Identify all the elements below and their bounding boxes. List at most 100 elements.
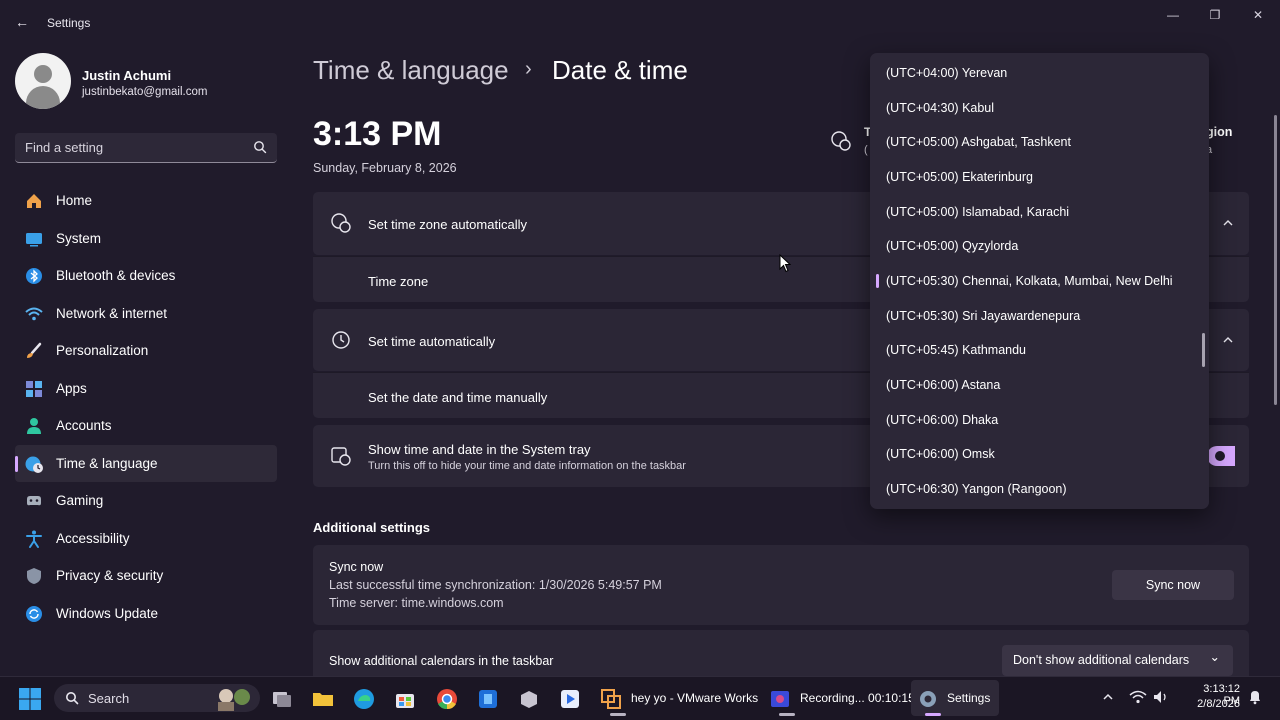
list-item[interactable]: (UTC+05:45) Kathmandu — [876, 333, 1176, 365]
avatar[interactable] — [15, 53, 71, 109]
bluetooth-icon — [26, 268, 42, 284]
sidebar-item-accounts[interactable]: Accounts — [15, 407, 277, 445]
search-highlight-illustration-icon — [218, 689, 250, 711]
list-item-selected[interactable]: (UTC+05:30) Chennai, Kolkata, Mumbai, Ne… — [876, 264, 1196, 296]
sidebar-item-privacy[interactable]: Privacy & security — [15, 557, 277, 595]
sidebar-item-label: Windows Update — [56, 605, 159, 621]
sidebar-item-time-language[interactable]: Time & language — [15, 444, 277, 482]
toggle-knob — [1215, 451, 1225, 461]
taskbar-app-settings[interactable]: Settings — [911, 680, 999, 716]
tray-overflow-chevron-icon[interactable] — [1101, 690, 1115, 704]
list-item[interactable]: (UTC+04:00) Yerevan — [876, 56, 1176, 88]
title-bar: ← Settings — ❐ ✕ — [0, 0, 1280, 46]
set-date-manually-label: Set the date and time manually — [368, 390, 548, 405]
accessibility-icon — [26, 530, 42, 548]
breadcrumb-parent[interactable]: Time & language — [313, 55, 509, 86]
sidebar-item-gaming[interactable]: Gaming — [15, 482, 277, 520]
tray-clock-date[interactable]: 2/8/2026 — [1184, 698, 1240, 710]
notification-bell-icon[interactable] — [1247, 689, 1263, 705]
taskbar-app-recorder[interactable]: Recording... 00:10:15 — [765, 680, 915, 716]
app-title: Settings — [47, 16, 91, 30]
avatar-head-shape — [34, 65, 52, 83]
list-item[interactable]: (UTC+06:00) Dhaka — [876, 403, 1176, 435]
calendars-dropdown[interactable]: Don't show additional calendars ⌄ — [1002, 645, 1233, 676]
wifi-icon[interactable] — [1129, 688, 1147, 706]
current-time: 3:13 PM — [313, 115, 442, 153]
volume-icon[interactable] — [1152, 688, 1170, 706]
shield-icon — [27, 568, 41, 584]
search-input[interactable] — [15, 133, 251, 162]
calendars-label: Show additional calendars in the taskbar — [329, 654, 554, 668]
current-date: Sunday, February 8, 2026 — [313, 161, 457, 175]
update-icon — [26, 605, 42, 622]
active-indicator — [925, 713, 941, 716]
running-indicator — [610, 713, 626, 716]
calendars-dropdown-value: Don't show additional calendars — [1013, 653, 1190, 667]
timezone-info-desc: ( — [864, 144, 868, 156]
globe-clock-icon — [831, 131, 851, 151]
sidebar-item-windows-update[interactable]: Windows Update — [15, 595, 277, 633]
accounts-icon — [27, 418, 41, 434]
app-icon[interactable] — [558, 687, 582, 711]
sidebar-item-apps[interactable]: Apps — [15, 370, 277, 408]
sync-last-time: Last successful time synchronization: 1/… — [329, 578, 662, 592]
sidebar-item-personalization[interactable]: Personalization — [15, 332, 277, 370]
sidebar-item-label: Personalization — [56, 343, 149, 358]
page-scrollbar[interactable] — [1274, 115, 1277, 405]
card-title: Show time and date in the System tray — [368, 442, 591, 457]
sidebar-item-label: Privacy & security — [56, 568, 164, 583]
list-item[interactable]: (UTC+06:00) Astana — [876, 368, 1176, 400]
show-time-tray-toggle[interactable] — [1207, 446, 1235, 466]
list-item[interactable]: (UTC+06:30) Yangon (Rangoon) — [876, 472, 1176, 504]
section-heading: Additional settings — [313, 520, 430, 535]
sidebar-item-bluetooth[interactable]: Bluetooth & devices — [15, 257, 277, 295]
sidebar-item-accessibility[interactable]: Accessibility — [15, 520, 277, 558]
list-item[interactable]: (UTC+05:30) Sri Jayawardenepura — [876, 299, 1176, 331]
search-icon — [66, 692, 79, 705]
file-explorer-icon[interactable] — [311, 687, 335, 711]
taskbar-app-vmware[interactable]: hey yo - VMware Works — [596, 680, 758, 716]
list-item[interactable]: (UTC+04:30) Kabul — [876, 91, 1176, 123]
timezone-dropdown-list[interactable]: (UTC+04:00) Yerevan (UTC+04:30) Kabul (U… — [870, 53, 1209, 509]
user-email: justinbekato@gmail.com — [82, 86, 208, 98]
taskbar-search[interactable]: Search — [54, 684, 260, 712]
taskbar-search-label: Search — [88, 691, 130, 706]
globe-clock-icon — [331, 213, 351, 233]
list-item[interactable]: (UTC+05:00) Ekaterinburg — [876, 160, 1176, 192]
back-arrow-icon[interactable]: ← — [12, 12, 32, 32]
list-item[interactable]: (UTC+05:00) Islamabad, Karachi — [876, 195, 1176, 227]
maximize-button[interactable]: ❐ — [1203, 8, 1227, 24]
page-title: Date & time — [552, 55, 688, 85]
sync-now-button[interactable]: Sync now — [1112, 570, 1234, 600]
home-icon — [27, 194, 41, 208]
chrome-icon[interactable] — [435, 687, 459, 711]
windows-start-icon[interactable] — [18, 687, 42, 711]
sidebar-item-network[interactable]: Network & internet — [15, 295, 277, 333]
store-icon[interactable] — [393, 687, 417, 711]
close-button[interactable]: ✕ — [1246, 8, 1270, 24]
package-icon[interactable] — [517, 687, 541, 711]
search-icon[interactable] — [253, 140, 267, 154]
settings-search[interactable] — [15, 133, 277, 163]
chevron-up-icon[interactable] — [1221, 216, 1235, 230]
chevron-up-icon[interactable] — [1221, 333, 1235, 347]
recorder-icon — [771, 691, 789, 707]
sidebar-item-system[interactable]: System — [15, 220, 277, 258]
dropdown-scrollbar[interactable] — [1202, 333, 1205, 367]
running-indicator — [779, 713, 795, 716]
list-item[interactable]: (UTC+05:00) Ashgabat, Tashkent — [876, 125, 1176, 157]
sidebar-item-label: Accessibility — [56, 530, 130, 546]
app-icon[interactable] — [476, 687, 500, 711]
globe-clock-icon — [25, 456, 43, 473]
chevron-down-icon: ⌄ — [1209, 650, 1220, 664]
user-name: Justin Achumi — [82, 68, 172, 83]
sidebar-item-home[interactable]: Home — [15, 182, 277, 220]
list-item[interactable]: (UTC+05:00) Qyzylorda — [876, 229, 1176, 261]
edge-browser-icon[interactable] — [352, 687, 376, 711]
sync-title: Sync now — [329, 560, 384, 574]
taskbar-app-label: Settings — [947, 691, 991, 705]
minimize-button[interactable]: — — [1161, 8, 1185, 24]
list-item[interactable]: (UTC+06:00) Omsk — [876, 437, 1176, 469]
task-view-icon[interactable] — [270, 687, 294, 711]
card-description: Turn this off to hide your time and date… — [368, 460, 686, 472]
